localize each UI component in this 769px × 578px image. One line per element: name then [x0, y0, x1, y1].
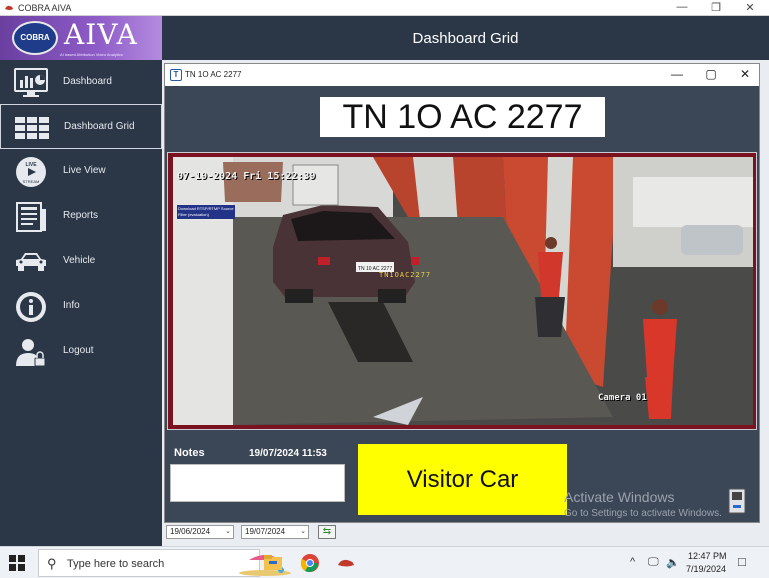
- cobra-aiva-taskbar-icon[interactable]: [335, 552, 357, 574]
- car-icon: [16, 253, 46, 271]
- from-date-picker[interactable]: 19/06/2024 ⌄: [166, 525, 234, 539]
- sidebar-item-dashboard[interactable]: Dashboard: [0, 60, 162, 105]
- activate-windows-text: Activate Windows: [564, 489, 675, 505]
- network-icon[interactable]: 🖵: [648, 556, 659, 569]
- chevron-down-icon: ⌄: [225, 528, 231, 535]
- usb-drive-icon: [728, 488, 746, 514]
- brand-name: AIVA: [64, 18, 138, 51]
- sidebar-item-label: Logout: [63, 345, 94, 356]
- from-date-value: 19/06/2024: [170, 527, 211, 536]
- grid-icon: [15, 117, 49, 139]
- sidebar-item-reports[interactable]: Reports: [0, 194, 162, 239]
- notes-timestamp: 19/07/2024 11:53: [249, 448, 327, 459]
- maximize-button[interactable]: ❐: [704, 1, 728, 14]
- camera-ocr-text: TN1OAC2277: [379, 271, 432, 279]
- refresh-icon: ⇆: [322, 526, 332, 537]
- logout-user-icon: [16, 339, 46, 367]
- dialog-maximize-button[interactable]: ▢: [701, 67, 721, 81]
- page-title: Dashboard Grid: [412, 30, 519, 47]
- clock-date[interactable]: 7/19/2024: [686, 564, 726, 574]
- chevron-down-icon: ⌄: [300, 528, 306, 535]
- to-date-value: 19/07/2024: [245, 527, 286, 536]
- taskbar-search[interactable]: ⚲ Type here to search: [38, 549, 291, 577]
- app-logo-icon: [5, 5, 13, 10]
- dialog-minimize-button[interactable]: —: [667, 67, 687, 81]
- info-icon: [16, 292, 46, 322]
- brand-logo: COBRA AIVA AI based Attribution Video An…: [0, 16, 162, 60]
- app-titlebar: COBRA AIVA — ❐ ✕: [0, 0, 769, 16]
- sidebar-item-logout[interactable]: Logout: [0, 329, 162, 374]
- dialog-close-button[interactable]: ✕: [735, 67, 755, 81]
- sidebar-item-label: Info: [63, 300, 80, 311]
- dialog-titlebar: T TN 1O AC 2277 — ▢ ✕: [165, 64, 759, 86]
- vehicle-category-badge: Visitor Car: [358, 444, 567, 515]
- volume-icon[interactable]: 🔈: [666, 556, 680, 569]
- page-header: Dashboard Grid: [162, 16, 769, 60]
- brand-tagline: AI based Attribution Video Analytics: [60, 52, 123, 57]
- plate-detail-dialog: T TN 1O AC 2277 — ▢ ✕ TN 1O AC 2277 TN 1…: [164, 63, 760, 523]
- camera-frame: TN 10 AC 2277 07-19-2024 Fri 15:22:39 Do…: [167, 152, 757, 430]
- live-icon-text: LIVE: [25, 162, 37, 168]
- notes-label: Notes: [174, 447, 205, 459]
- cobra-badge: COBRA: [12, 21, 58, 55]
- camera-snapshot: TN 10 AC 2277 07-19-2024 Fri 15:22:39 Do…: [173, 157, 753, 425]
- windows-start-icon[interactable]: [8, 554, 26, 572]
- close-button[interactable]: ✕: [738, 1, 762, 14]
- camera-label: Camera 01: [598, 393, 647, 403]
- stream-icon-text: STREAM: [23, 179, 40, 184]
- file-explorer-icon[interactable]: [262, 552, 284, 574]
- sidebar-item-vehicle[interactable]: Vehicle: [0, 239, 162, 284]
- sidebar-item-label: Live View: [63, 165, 106, 176]
- activate-windows-subtext: Go to Settings to activate Windows.: [564, 508, 722, 519]
- to-date-picker[interactable]: 19/07/2024 ⌄: [241, 525, 309, 539]
- sidebar-item-info[interactable]: Info: [0, 284, 162, 329]
- sidebar-item-live-view[interactable]: LIVE STREAM Live View: [0, 149, 162, 194]
- notes-field[interactable]: [170, 464, 345, 502]
- search-icon: ⚲: [47, 556, 57, 571]
- app-title: COBRA AIVA: [18, 3, 72, 13]
- dashboard-chart-icon: [14, 68, 48, 97]
- camera-scene: TN 10 AC 2277: [173, 157, 753, 425]
- taskbar: ⚲ Type here to search ^ 🖵 🔈 12:47 PM 7/1…: [0, 546, 769, 578]
- camera-watermark: Download RTSP/RTMP Source Filter (evalua…: [177, 205, 235, 219]
- sidebar-item-label: Dashboard: [63, 76, 112, 87]
- dialog-app-icon: T: [170, 69, 182, 81]
- dialog-title: TN 1O AC 2277: [185, 70, 242, 79]
- tray-overflow-chevron[interactable]: ^: [630, 556, 635, 568]
- date-filter-bar: 19/06/2024 ⌄ 19/07/2024 ⌄ ⇆: [162, 522, 769, 546]
- live-stream-icon: LIVE STREAM: [16, 157, 46, 187]
- reports-icon: [16, 202, 46, 232]
- chrome-icon[interactable]: [299, 552, 321, 574]
- minimize-button[interactable]: —: [670, 1, 694, 13]
- license-plate-display: TN 1O AC 2277: [320, 97, 605, 137]
- clock-time[interactable]: 12:47 PM: [688, 551, 727, 561]
- notification-icon[interactable]: □: [738, 554, 746, 569]
- sidebar-item-label: Dashboard Grid: [64, 121, 135, 132]
- sidebar: COBRA AIVA AI based Attribution Video An…: [0, 16, 162, 546]
- sidebar-item-label: Reports: [63, 210, 99, 221]
- refresh-button[interactable]: ⇆: [318, 525, 336, 539]
- sidebar-item-label: Vehicle: [63, 255, 96, 266]
- camera-timestamp: 07-19-2024 Fri 15:22:39: [177, 171, 316, 182]
- search-placeholder: Type here to search: [67, 558, 165, 570]
- sidebar-item-dashboard-grid[interactable]: Dashboard Grid: [0, 104, 162, 149]
